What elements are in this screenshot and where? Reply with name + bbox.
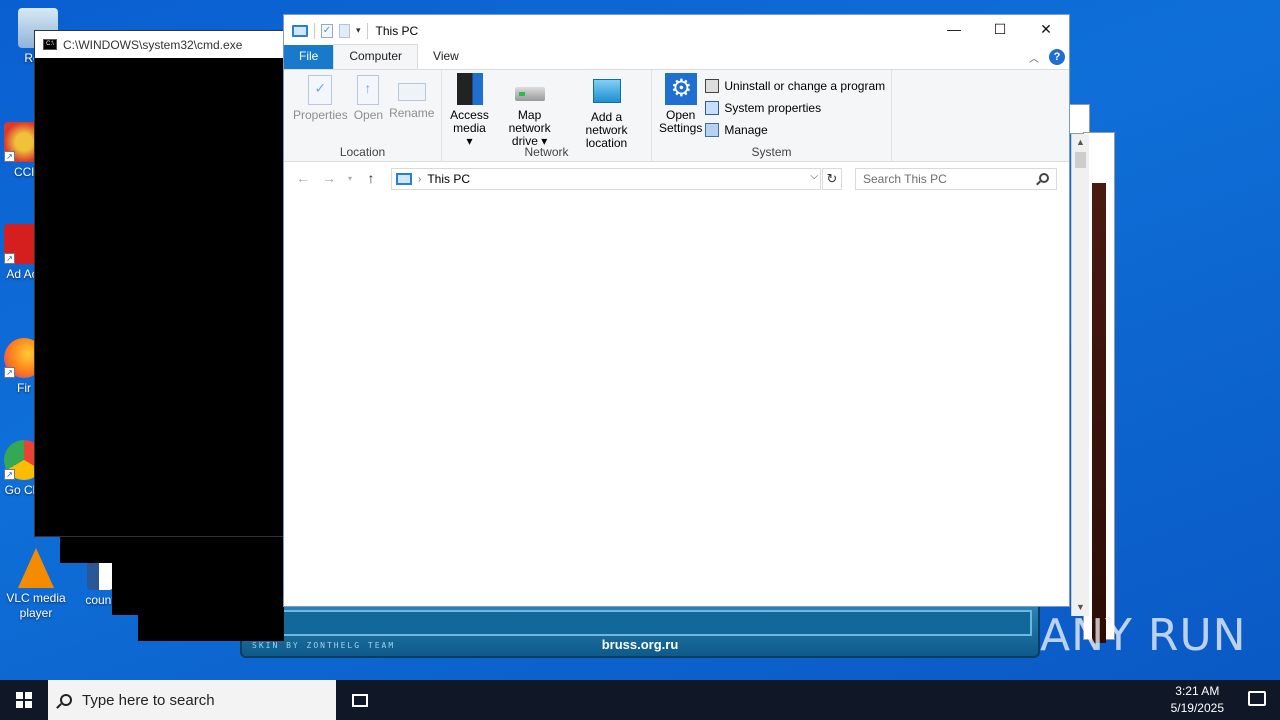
explorer-titlebar[interactable]: ✓ ▾ This PC — ☐ ✕ xyxy=(284,15,1069,46)
background-window-image xyxy=(1092,183,1106,643)
navigation-bar: ← → ▾ ↑ › This PC ⌵ ↻ Search This PC xyxy=(284,162,1069,194)
task-view-button[interactable] xyxy=(336,680,384,720)
file-list-pane[interactable] xyxy=(284,193,1069,606)
notification-center-icon[interactable] xyxy=(1248,691,1266,706)
desktop-icon-label: Fir xyxy=(17,381,31,395)
scroll-up-arrow-icon[interactable]: ▲ xyxy=(1072,134,1089,151)
manage-button[interactable]: Manage xyxy=(705,121,885,139)
media-server-icon xyxy=(456,73,483,105)
desktop-icon-label: CCl xyxy=(14,165,34,179)
recent-locations-chevron-icon[interactable]: ▾ xyxy=(342,174,358,183)
tab-computer[interactable]: Computer xyxy=(333,44,419,69)
ribbon-group-system: ⚙ Open Settings Uninstall or change a pr… xyxy=(652,70,892,162)
search-icon xyxy=(1039,173,1049,183)
search-placeholder: Search This PC xyxy=(863,172,947,186)
uninstall-icon xyxy=(705,79,720,93)
settings-gear-icon: ⚙ xyxy=(664,73,697,105)
manage-icon xyxy=(705,123,720,137)
ribbon-tabs: File Computer View ︿ ? xyxy=(284,44,1069,70)
this-pc-icon xyxy=(396,173,412,185)
tab-file[interactable]: File xyxy=(284,45,334,69)
properties-icon: ✓ xyxy=(308,75,333,105)
clock-time: 3:21 AM xyxy=(1175,684,1220,698)
rename-icon xyxy=(397,83,426,101)
help-icon[interactable]: ? xyxy=(1049,49,1065,65)
group-label: System xyxy=(751,145,792,159)
shortcut-arrow-icon: ↗ xyxy=(4,151,15,162)
scroll-thumb[interactable] xyxy=(1075,152,1086,168)
tab-view[interactable]: View xyxy=(418,45,474,69)
task-view-icon xyxy=(352,693,368,707)
separator xyxy=(366,22,368,39)
collapse-ribbon-icon[interactable]: ︿ xyxy=(1029,50,1039,65)
address-bar[interactable]: › This PC ⌵ xyxy=(391,168,821,190)
new-folder-quick-icon[interactable] xyxy=(339,23,350,38)
taskbar-search-placeholder: Type here to search xyxy=(82,691,215,709)
black-overlay xyxy=(138,614,284,641)
system-properties-button[interactable]: System properties xyxy=(705,99,885,117)
explorer-window[interactable]: ✓ ▾ This PC — ☐ ✕ File Computer View ︿ ?… xyxy=(283,14,1070,607)
close-button[interactable]: ✕ xyxy=(1023,15,1069,44)
windows-logo-icon xyxy=(16,692,32,708)
open-icon: ↑ xyxy=(357,75,380,105)
cmd-title: C:\WINDOWS\system32\cmd.exe xyxy=(63,37,243,52)
desktop-icon-label: VLC media player xyxy=(6,591,66,620)
taskbar: Type here to search 3:21 AM 5/19/2025 xyxy=(0,680,1280,720)
back-arrow-icon[interactable]: ← xyxy=(290,170,316,186)
background-scrollbar[interactable]: ▲ ▼ xyxy=(1071,134,1089,616)
network-drive-icon xyxy=(514,87,545,101)
group-label: Location xyxy=(339,145,386,159)
skin-panel xyxy=(248,610,1032,636)
ribbon-group-network: Access media ▾ Map network drive ▾ Add a… xyxy=(442,70,652,162)
uninstall-program-button[interactable]: Uninstall or change a program xyxy=(705,77,885,95)
address-dropdown-icon[interactable]: ⌵ xyxy=(810,171,818,182)
ribbon-group-location: ✓ Properties ↑ Open Rename Location xyxy=(284,70,442,162)
search-input[interactable]: Search This PC xyxy=(855,168,1057,190)
minimize-button[interactable]: — xyxy=(931,15,977,44)
watermark-text: ANY RUN xyxy=(1040,610,1247,661)
shortcut-arrow-icon: ↗ xyxy=(4,253,15,264)
black-overlay xyxy=(60,537,112,563)
cmd-window[interactable]: C:\ C:\WINDOWS\system32\cmd.exe xyxy=(34,30,284,537)
skin-player-window[interactable]: SKIN BY ZONTHELG TEAM bruss.org.ru xyxy=(240,600,1040,658)
start-button[interactable] xyxy=(0,680,48,720)
black-overlay xyxy=(112,537,284,615)
forward-arrow-icon[interactable]: → xyxy=(316,170,342,186)
search-icon xyxy=(60,694,72,706)
this-pc-icon xyxy=(292,24,308,37)
cmd-icon: C:\ xyxy=(43,39,57,50)
breadcrumb-this-pc[interactable]: This PC xyxy=(427,172,470,186)
cmd-titlebar[interactable]: C:\ C:\WINDOWS\system32\cmd.exe xyxy=(35,31,283,58)
properties-quick-icon[interactable]: ✓ xyxy=(321,23,333,38)
system-properties-icon xyxy=(705,101,720,115)
taskbar-search-box[interactable]: Type here to search xyxy=(48,680,336,720)
anyrun-watermark: ANY RUN xyxy=(1040,610,1247,661)
skin-site-link[interactable]: bruss.org.ru xyxy=(242,637,1038,652)
group-label: Network xyxy=(524,145,569,159)
vlc-cone-icon xyxy=(18,548,54,588)
window-title: This PC xyxy=(375,23,419,38)
customize-toolbar-icon[interactable]: ▾ xyxy=(356,25,361,36)
shortcut-arrow-icon: ↗ xyxy=(4,469,15,480)
shortcut-arrow-icon: ↗ xyxy=(4,367,15,378)
ribbon: ✓ Properties ↑ Open Rename Location Acce… xyxy=(284,70,1069,162)
maximize-button[interactable]: ☐ xyxy=(977,15,1023,44)
desktop-icon-label: count xyxy=(85,593,115,607)
system-clock[interactable]: 3:21 AM 5/19/2025 xyxy=(1171,683,1224,717)
up-arrow-icon[interactable]: ↑ xyxy=(358,170,384,186)
network-location-icon xyxy=(592,79,621,103)
word-document-icon xyxy=(87,560,113,590)
clock-date: 5/19/2025 xyxy=(1170,701,1224,715)
breadcrumb-chevron-icon[interactable]: › xyxy=(418,174,421,185)
quick-access-toolbar: ✓ ▾ xyxy=(284,22,368,39)
refresh-icon[interactable]: ↻ xyxy=(822,168,842,190)
separator xyxy=(314,22,315,39)
